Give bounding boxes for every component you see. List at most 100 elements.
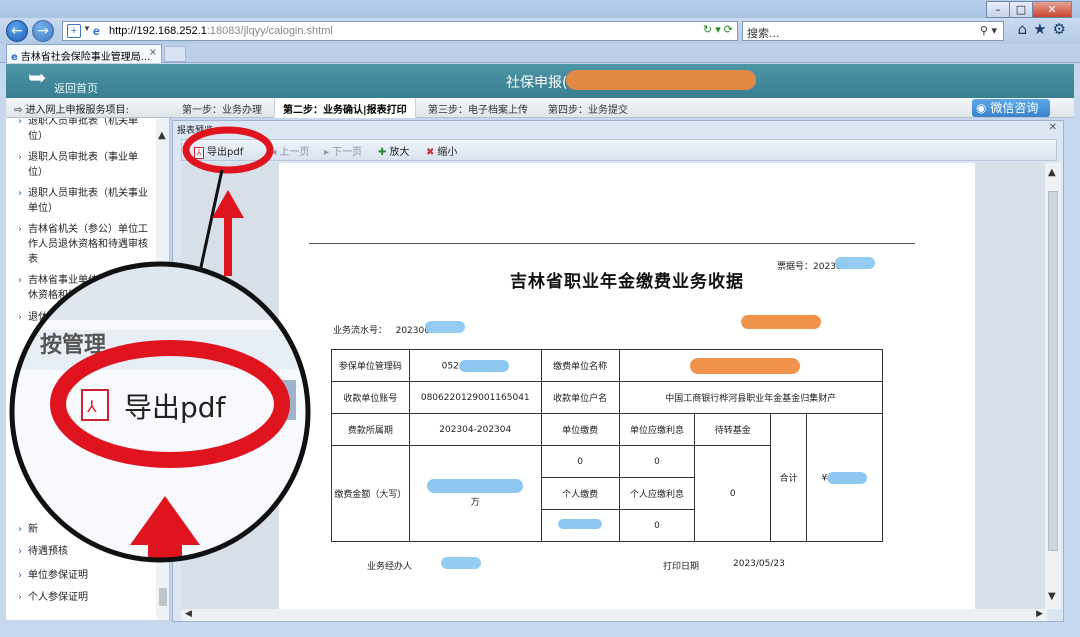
scroll-right-icon[interactable]: ▶ [1036,609,1043,619]
cell-value-redacted [618,349,884,382]
sidebar-scroll-thumb[interactable] [159,588,167,606]
browser-tab[interactable]: e 吉林省社会保险事业管理局... × [6,44,162,63]
cell-label: 合计 [770,413,808,542]
prev-label: 上一页 [279,147,310,158]
sidebar-item-personal-cert[interactable]: 个人参保证明 [18,590,148,605]
sidebar-item-retire[interactable]: 退休 [18,310,148,325]
browser-window: – □ ✕ ← → + ▼ e http://192.168.252.1:180… [0,0,1080,637]
report-viewer: 票据号：202300 吉林省职业年金缴费业务收据 业务流水号： 202300 参… [181,163,1047,609]
cell-value: ¥ [806,413,883,542]
ie-tab-icon: e [11,52,18,63]
prev-page-button[interactable]: |◂ 上一页 [268,143,309,158]
cell-label: 单位应缴利息 [618,413,696,446]
page-title: 社保申报( [506,75,568,91]
redaction-mark [566,70,756,90]
viewer-horizontal-scrollbar[interactable]: ◀ ▶ [181,609,1047,621]
export-pdf-button[interactable]: ⅄ 导出pdf [194,143,243,159]
scroll-left-icon[interactable]: ◀ [185,609,192,619]
zoom-in-button[interactable]: ✚ 放大 [378,143,409,158]
wechat-consult-button[interactable]: ◉ 微信咨询 [972,99,1050,117]
panel-close-icon[interactable]: ✕ [1049,122,1057,133]
ie-page-icon: e [93,24,100,38]
cell-label: 个人应缴利息 [618,477,696,510]
chevron-down-icon[interactable]: ▼ [83,24,91,33]
sidebar-item-retire-public[interactable]: 退职人员审批表（事业单位） [18,150,148,180]
search-icon[interactable]: ⚲ ▾ [980,24,997,37]
cell-label: 单位缴费 [540,413,620,446]
zoom-out-button[interactable]: ✖ 缩小 [426,143,457,158]
zoom-in-icon: ✚ [378,147,387,158]
back-button[interactable]: ← [6,20,28,42]
maximize-button[interactable]: □ [1009,1,1033,18]
next-icon: ▸ [324,147,330,158]
window-controls: – □ ✕ [986,1,1072,18]
serial-number: 业务流水号： 202300 [333,326,430,336]
return-arrow-icon[interactable]: ➥ [28,68,46,90]
sidebar-item-retire-organ-public[interactable]: 退职人员审批表（机关事业单位） [18,186,148,216]
cell-value: 0 [540,445,620,478]
scroll-up-icon[interactable]: ▲ [158,130,166,141]
refresh-icon[interactable]: ↻ ▾ ⟳ [703,23,733,36]
sidebar-item-unit-cert[interactable]: 单位参保证明 [18,568,148,583]
tab-close-icon[interactable]: × [149,47,157,58]
zoom-in-label: 放大 [389,147,410,158]
address-bar[interactable]: + ▼ e http://192.168.252.1:18083/jlqyy/c… [62,21,738,41]
cell-value: 0806220129001165041 [408,381,542,414]
step-4-tab[interactable]: 第四步：业务提交 [540,98,636,118]
scroll-up-icon[interactable]: ▲ [1048,167,1056,178]
title-bar: – □ ✕ [0,0,1080,20]
top-rule [309,243,915,244]
cell-label: 待转基金 [694,413,772,446]
redaction-mark [689,358,800,374]
viewer-scroll-thumb[interactable] [1048,191,1058,551]
receipt-page: 票据号：202300 吉林省职业年金缴费业务收据 业务流水号： 202300 参… [279,163,975,609]
viewer-vertical-scrollbar[interactable]: ▲ ▼ [1045,163,1061,609]
page-header: ➥ 返回首页 社保申报( [6,64,1074,98]
step-3-tab[interactable]: 第三步：电子档案上传 [420,98,536,118]
url-host: http://192.168.252.1 [109,25,207,37]
print-date-label: 打印日期 [663,562,700,572]
tab-title: 吉林省社会保险事业管理局... [20,52,151,63]
document-title: 吉林省职业年金缴费业务收据 [510,272,744,292]
cell-label: 参保单位管理码 [331,349,410,382]
close-button[interactable]: ✕ [1032,1,1072,18]
add-favorite-icon[interactable]: + [67,24,81,38]
zoom-out-icon: ✖ [426,147,435,158]
redaction-mark [425,321,465,333]
cell-value: 052 [408,349,542,382]
cell-label: 缴费单位名称 [540,349,620,382]
forward-button[interactable]: → [32,20,54,42]
cell-label: 个人缴费 [540,477,620,510]
url-text[interactable]: http://192.168.252.1:18083/jlqyy/calogin… [109,25,333,37]
wechat-label: 微信咨询 [990,101,1039,115]
cell-value: 万 [408,445,542,542]
cell-label: 收款单位账号 [331,381,410,414]
next-page-button[interactable]: ▸ 下一页 [324,143,362,158]
new-tab-button[interactable] [164,46,186,62]
wechat-icon: ◉ [976,101,987,115]
pdf-icon: ⅄ [194,147,204,159]
navigation-bar: ← → + ▼ e http://192.168.252.1:18083/jlq… [0,18,1080,44]
sidebar-item-new[interactable]: 新 [18,522,148,537]
return-home-link[interactable]: 返回首页 [54,80,98,96]
browser-tool-icons[interactable]: ⌂★⚙ [1018,20,1072,38]
search-input[interactable]: 搜索... ⚲ ▾ [742,21,1004,41]
next-label: 下一页 [332,147,363,158]
back-arrow-icon: ← [11,23,23,39]
sidebar-item-retire-organ[interactable]: 退职人员审批表（机关单位） [18,118,148,144]
cell-value: 0 [618,509,696,542]
forward-arrow-icon: → [37,23,49,39]
step-1-tab[interactable]: 第一步：业务办理 [174,98,270,118]
sidebar-scrollbar[interactable]: ▲ [156,118,169,620]
sidebar-item-organ-review[interactable]: 吉林省机关（参公）单位工作人员退休资格和待遇审核表 [18,222,148,267]
zoom-out-label: 缩小 [437,147,458,158]
redaction-mark [741,315,821,329]
report-preview-panel: 报表预览 ✕ ⅄ 导出pdf |◂ 上一页 ▸ 下一页 ✚ 放大 ✖ 缩小 票据号：202… [172,120,1064,622]
minimize-button[interactable]: – [986,1,1010,18]
scroll-down-icon[interactable]: ▼ [1048,591,1056,602]
step-2-tab[interactable]: 第二步：业务确认|报表打印 [274,98,416,118]
cell-label: 收款单位户名 [540,381,620,414]
sidebar-item-public-review[interactable]: 吉林省事业单位工作人员退休资格和待遇 [18,273,148,303]
sidebar-item-precheck[interactable]: 待遇预核 [18,544,148,559]
sidebar: 退职人员审批表（机关单位） 退职人员审批表（事业单位） 退职人员审批表（机关事业… [6,118,170,620]
